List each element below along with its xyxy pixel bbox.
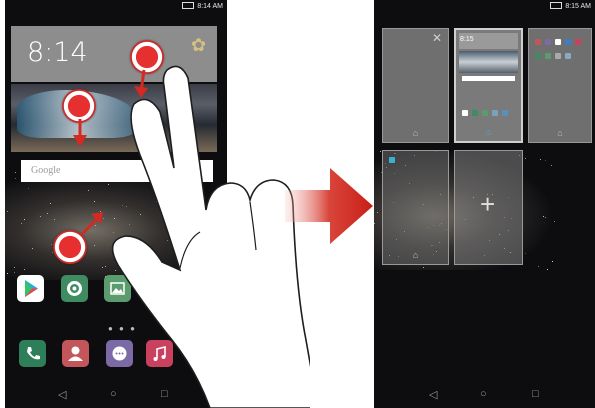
star-speck <box>50 202 52 204</box>
recents-icon[interactable]: □ <box>532 388 539 400</box>
back-icon[interactable]: ◁ <box>429 388 437 401</box>
pinch-gesture-hand <box>111 65 310 408</box>
mini-app-icon <box>482 110 488 116</box>
arrow-up-icon <box>80 212 103 236</box>
star-speck <box>377 211 379 213</box>
phone-screen-edit-mode: 8:15 AM ✕ ⌂ 8:15 ⌂ ⌂ ⌂ + ◁ ○ □ <box>374 0 595 408</box>
star-speck <box>379 150 381 152</box>
mini-app-icon <box>492 110 498 116</box>
mini-app-icon <box>462 110 468 116</box>
star-speck <box>46 213 48 215</box>
star-speck <box>551 260 553 262</box>
star-speck <box>40 216 42 218</box>
star-speck <box>553 221 555 223</box>
add-screen-card[interactable]: + <box>454 150 523 265</box>
star-speck <box>53 218 55 220</box>
mini-app-icon <box>535 39 541 45</box>
mini-app-icon <box>555 53 561 59</box>
star-speck <box>14 177 16 179</box>
star-speck <box>525 157 527 159</box>
star-speck <box>537 265 539 267</box>
star-speck <box>23 218 25 220</box>
app-play-store[interactable] <box>17 275 44 302</box>
mini-app-icon <box>535 53 541 59</box>
search-placeholder: Google <box>31 165 61 176</box>
mini-app-icon <box>545 53 551 59</box>
star-speck <box>545 217 547 219</box>
mini-app-icon <box>565 39 571 45</box>
star-speck <box>545 160 547 162</box>
star-speck <box>7 273 9 275</box>
mini-photo <box>459 51 518 73</box>
screen-thumbnail-2-default[interactable]: 8:15 ⌂ <box>454 28 523 143</box>
star-speck <box>13 266 15 268</box>
battery-icon <box>550 1 563 9</box>
arrow-down-icon <box>134 69 148 98</box>
home-active-icon[interactable]: ⌂ <box>486 127 491 137</box>
star-speck <box>547 268 549 270</box>
mini-app-icon <box>472 110 478 116</box>
mini-app-icon <box>545 39 551 45</box>
star-speck <box>550 165 552 167</box>
plus-icon[interactable]: + <box>480 189 495 220</box>
home-outline-icon: ⌂ <box>412 250 419 260</box>
star-speck <box>32 247 34 249</box>
screen-thumbnail-4[interactable]: ⌂ <box>382 150 449 265</box>
screen-thumbnail-1[interactable]: ✕ ⌂ <box>382 28 449 143</box>
hand-outline <box>111 65 310 408</box>
home-icon[interactable]: ○ <box>480 388 487 400</box>
app-phone[interactable] <box>19 340 46 367</box>
phone-icon <box>27 347 40 360</box>
star-speck <box>51 251 53 253</box>
star-speck <box>14 271 16 273</box>
star-speck <box>542 216 544 218</box>
star-speck <box>374 223 375 225</box>
mini-app-icon <box>555 39 561 45</box>
play-store-icon <box>25 280 38 297</box>
mini-app-icon <box>575 39 581 45</box>
home-outline-icon: ⌂ <box>557 128 563 138</box>
star-speck <box>21 222 23 224</box>
mini-search-bar <box>462 76 515 81</box>
star-speck <box>524 253 526 255</box>
status-time: 8:15 AM <box>565 3 591 10</box>
star-speck <box>7 210 9 212</box>
mini-clock-time: 8:15 <box>460 36 474 43</box>
star-speck <box>423 266 425 268</box>
mini-app-icon <box>389 157 395 163</box>
star-speck <box>14 172 16 174</box>
home-outline-icon: ⌂ <box>412 128 419 138</box>
star-speck <box>23 268 25 270</box>
mini-app-icon <box>502 110 508 116</box>
star-speck <box>540 158 542 160</box>
arrow-down-icon <box>73 119 87 147</box>
close-icon[interactable]: ✕ <box>432 31 442 45</box>
status-bar: 8:15 AM <box>374 0 595 14</box>
transition-arrow-icon <box>285 168 373 244</box>
screen-thumbnail-3[interactable]: ⌂ <box>528 28 592 143</box>
star-speck <box>27 188 29 190</box>
mini-app-icon <box>565 53 571 59</box>
